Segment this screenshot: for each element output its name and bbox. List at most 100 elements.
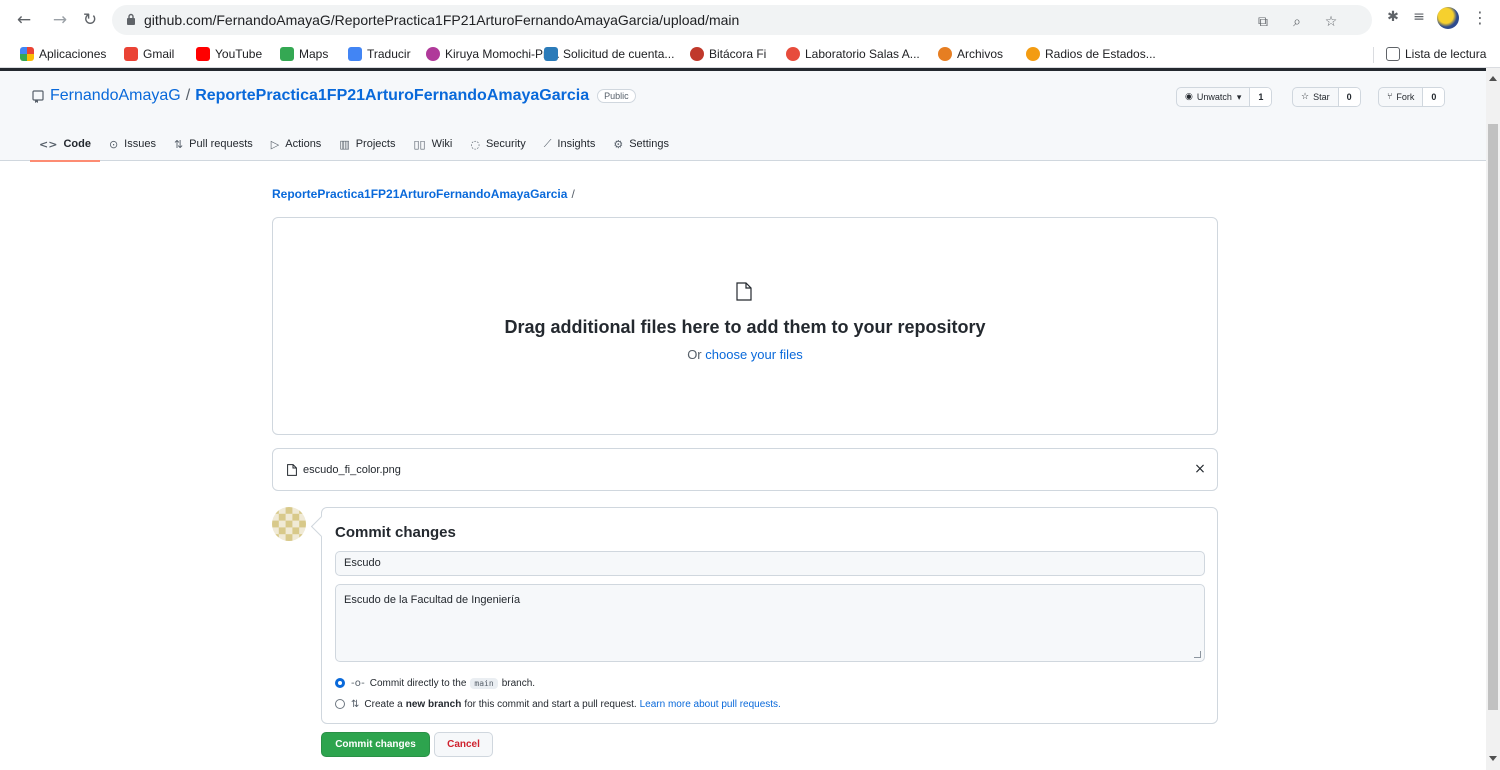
actions-icon: ▷ (270, 137, 280, 151)
url-text: github.com/FernandoAmayaG/ReportePractic… (144, 12, 740, 28)
user-avatar (272, 507, 306, 541)
uploaded-file-name: escudo_fi_color.png (303, 464, 401, 476)
repository-header: FernandoAmayaG / ReportePractica1FP21Art… (0, 71, 1486, 162)
unwatch-button[interactable]: ◉ Unwatch ▾ 1 (1176, 87, 1273, 107)
textarea-resize-handle[interactable] (1194, 651, 1201, 658)
file-icon (287, 464, 297, 476)
pull-request-icon: ⇅ (173, 137, 184, 151)
bookmark-gmail[interactable]: Gmail (124, 46, 174, 62)
fork-button[interactable]: ⑂ Fork 0 (1378, 87, 1446, 107)
tab-insights[interactable]: ⟋ Insights (535, 127, 605, 161)
laboratorio-icon (786, 47, 800, 61)
breadcrumb: ReportePractica1FP21ArturoFernandoAmayaG… (272, 187, 575, 201)
tab-code[interactable]: <> Code (30, 127, 100, 162)
learn-more-link[interactable]: Learn more about pull requests. (640, 699, 781, 710)
fork-icon: ⑂ (1387, 92, 1393, 102)
new-branch-option[interactable]: ⇅ Create a new branch for this commit an… (335, 696, 781, 712)
page-scrollbar[interactable] (1486, 68, 1500, 770)
forward-arrow-icon[interactable]: → (48, 8, 72, 32)
address-row: ← → ↻ github.com/FernandoAmayaG/ReporteP… (0, 0, 1500, 40)
bookmark-kiruya[interactable]: Kiruya Momochi-Pri... (426, 46, 560, 62)
tab-actions[interactable]: ▷ Actions (262, 127, 331, 161)
commit-changes-button[interactable]: Commit changes (321, 732, 430, 757)
radios-icon (1026, 47, 1040, 61)
drop-zone-title: Drag additional files here to add them t… (504, 317, 986, 337)
reading-list-icon (1386, 47, 1400, 61)
repo-name-link[interactable]: ReportePractica1FP21ArturoFernandoAmayaG… (195, 87, 589, 105)
star-button[interactable]: ☆ Star 0 (1292, 87, 1361, 107)
back-arrow-icon[interactable]: ← (12, 8, 36, 32)
remove-file-close-icon[interactable]: × (1193, 461, 1207, 477)
file-drop-zone[interactable]: Drag additional files here to add them t… (272, 217, 1218, 435)
bookmark-solicitud[interactable]: Solicitud de cuenta... (544, 46, 674, 62)
commit-form-title: Commit changes (335, 524, 456, 541)
bookmark-traducir[interactable]: Traducir (348, 46, 411, 62)
scroll-down-arrow-icon[interactable] (1489, 756, 1497, 761)
bookmark-laboratorio[interactable]: Laboratorio Salas A... (786, 46, 920, 62)
reading-list-button[interactable]: Lista de lectura (1386, 46, 1486, 62)
browser-menu-icon[interactable]: ⋮ (1470, 8, 1490, 27)
repo-icon (32, 89, 44, 103)
bookmark-maps[interactable]: Maps (280, 46, 328, 62)
pull-request-icon: ⇅ (351, 698, 360, 710)
repo-owner-link[interactable]: FernandoAmayaG (50, 87, 181, 105)
archivos-icon (938, 47, 952, 61)
translate-page-icon[interactable]: ⧉ (1254, 13, 1272, 31)
browser-chrome: ← → ↻ github.com/FernandoAmayaG/ReporteP… (0, 0, 1500, 68)
youtube-icon (196, 47, 210, 61)
bookmark-radios[interactable]: Radios de Estados... (1026, 46, 1156, 62)
visibility-badge: Public (597, 89, 636, 103)
breadcrumb-repo-link[interactable]: ReportePractica1FP21ArturoFernandoAmayaG… (272, 187, 567, 201)
tab-wiki[interactable]: ▯▯ Wiki (404, 127, 461, 161)
forks-count[interactable]: 0 (1423, 88, 1445, 106)
scroll-up-arrow-icon[interactable] (1489, 76, 1497, 81)
bookmark-youtube[interactable]: YouTube (196, 46, 262, 62)
profile-avatar[interactable] (1437, 7, 1459, 29)
drop-zone-subtitle: Or choose your files (687, 347, 803, 362)
commit-summary-input[interactable]: Escudo (335, 551, 1205, 576)
watchers-count[interactable]: 1 (1250, 88, 1272, 106)
kiruya-icon (426, 47, 440, 61)
repo-tabs: <> Code ⊙ Issues ⇅ Pull requests ▷ Actions ▥… (30, 127, 678, 162)
scrollbar-thumb[interactable] (1488, 124, 1498, 710)
uploaded-file-row: escudo_fi_color.png × (272, 448, 1218, 491)
commit-description-textarea[interactable]: Escudo de la Facultad de Ingeniería (335, 584, 1205, 662)
tab-security[interactable]: ◌ Security (461, 127, 534, 161)
extensions-icon[interactable]: ✱ (1384, 8, 1402, 26)
bookmark-bitacora[interactable]: Bitácora Fi (690, 46, 766, 62)
issues-icon: ⊙ (108, 137, 119, 151)
repo-slash: / (185, 87, 191, 104)
stars-count[interactable]: 0 (1338, 88, 1360, 106)
settings-icon: ⚙ (613, 137, 624, 151)
lock-icon (127, 13, 135, 25)
commit-direct-option[interactable]: -o- Commit directly to the main branch. (335, 675, 535, 691)
bitacora-icon (690, 47, 704, 61)
security-icon: ◌ (470, 137, 480, 151)
gmail-icon (124, 47, 138, 61)
cancel-button[interactable]: Cancel (434, 732, 493, 757)
tab-pull-requests[interactable]: ⇅ Pull requests (165, 127, 262, 161)
commit-form: Commit changes Escudo Escudo de la Facul… (321, 507, 1218, 724)
media-control-icon[interactable]: ≡ (1410, 8, 1428, 26)
eye-icon: ◉ (1185, 92, 1193, 102)
bookmark-archivos[interactable]: Archivos (938, 46, 1003, 62)
insights-icon: ⟋ (543, 137, 552, 150)
maps-icon (280, 47, 294, 61)
choose-files-link[interactable]: choose your files (705, 347, 803, 362)
new-branch-radio[interactable] (335, 699, 345, 709)
bookmark-star-icon[interactable]: ☆ (1322, 13, 1340, 31)
bookmarks-separator (1373, 47, 1374, 63)
zoom-icon[interactable]: ⌕ (1288, 13, 1306, 31)
address-bar[interactable]: github.com/FernandoAmayaG/ReportePractic… (112, 5, 1372, 35)
bookmarks-bar: Aplicaciones Gmail YouTube Maps Traducir… (0, 40, 1500, 68)
repository-title: FernandoAmayaG / ReportePractica1FP21Art… (32, 87, 636, 105)
commit-direct-radio[interactable] (335, 678, 345, 688)
tab-issues[interactable]: ⊙ Issues (100, 127, 165, 161)
tab-settings[interactable]: ⚙ Settings (604, 127, 678, 161)
file-icon (736, 282, 752, 301)
bookmark-aplicaciones[interactable]: Aplicaciones (20, 46, 106, 62)
code-icon: <> (39, 137, 58, 151)
tab-projects[interactable]: ▥ Projects (330, 127, 404, 161)
reload-icon[interactable]: ↻ (78, 8, 102, 32)
chevron-down-icon: ▾ (1236, 91, 1242, 102)
